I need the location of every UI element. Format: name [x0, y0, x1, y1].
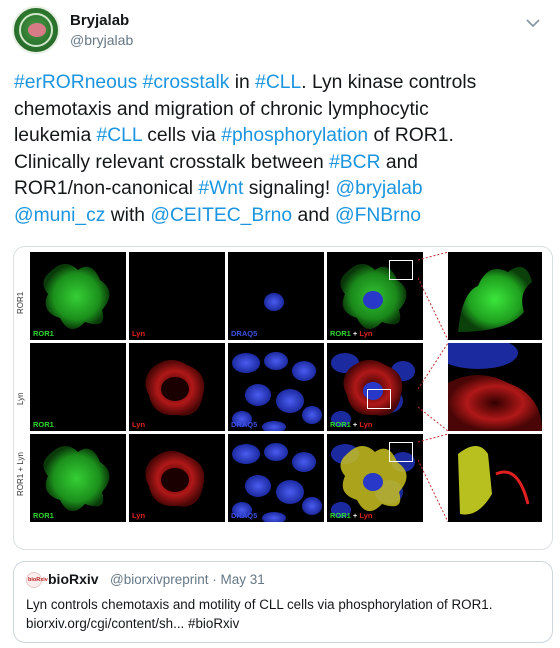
quote-line-1: Lyn controls chemotaxis and motility of …	[26, 597, 493, 612]
hashtag-link[interactable]: @bryjalab	[336, 178, 423, 199]
micrograph-panel: DRAQ5	[228, 252, 324, 340]
tweet-text-line: @muni_cz with @CEITEC_Brno and @FNBrno	[14, 203, 550, 230]
tweet-text-segment: in	[229, 72, 256, 93]
panel-label: ROR1	[33, 511, 54, 520]
quoted-tweet[interactable]: bioRxiv bioRxiv @biorxivpreprint · May 3…	[13, 561, 553, 643]
micrograph-panel: ROR1	[30, 434, 126, 522]
zoom-region-box	[389, 260, 413, 280]
hashtag-link[interactable]: @CEITEC_Brno	[150, 205, 292, 226]
tweet-text-segment: signaling!	[243, 178, 336, 200]
avatar-core	[28, 23, 46, 37]
panel-label: Lyn	[132, 329, 146, 338]
zoom-inset-panel	[448, 252, 542, 340]
tweet-text: #erRORneous #crosstalk in #CLL. Lyn kina…	[14, 70, 550, 230]
tweet-text-segment: of ROR1.	[368, 125, 454, 147]
panel-label: ROR1	[33, 329, 54, 338]
panel-label: Lyn	[132, 420, 146, 429]
hashtag-link[interactable]: #CLL	[97, 125, 142, 146]
panel-label: Lyn	[132, 511, 146, 520]
tweet-text-segment: and	[380, 151, 419, 173]
panel-label-merge: ROR1 + Lyn	[330, 420, 373, 429]
hashtag-link[interactable]: #crosstalk	[143, 72, 230, 93]
tweet-media[interactable]: ROR1 ROR1 Lyn DRAQ5 ROR1 + Lyn Lyn ROR1 Lyn DRAQ…	[13, 246, 553, 550]
hashtag-link[interactable]: #BCR	[329, 152, 380, 173]
panel-label: DRAQ5	[231, 420, 258, 429]
micrograph-panel: DRAQ5	[228, 434, 324, 522]
quote-source-name: bioRxiv	[48, 571, 99, 587]
zoom-connector	[418, 252, 448, 340]
micrograph-panel: Lyn	[129, 434, 225, 522]
tweet-text-segment: Clinically relevant crosstalk between	[14, 151, 330, 173]
tweet-text-line: #erRORneous #crosstalk in #CLL. Lyn kina…	[14, 70, 550, 97]
tweet-header: Bryjalab @bryjalab	[12, 6, 548, 54]
row-label: ROR1 + Lyn	[16, 452, 25, 496]
row-label: ROR1	[16, 291, 25, 314]
chevron-down-icon[interactable]	[522, 12, 544, 34]
author-name[interactable]: Bryjalab	[70, 12, 129, 29]
hashtag-link[interactable]: #Wnt	[198, 178, 243, 199]
panel-label: DRAQ5	[231, 329, 258, 338]
zoom-connector	[418, 343, 448, 431]
avatar[interactable]	[12, 6, 60, 54]
tweet-text-segment: with	[105, 204, 151, 226]
tweet-text-segment: leukemia	[14, 125, 97, 147]
micrograph-panel: ROR1 + Lyn	[327, 343, 423, 431]
panel-label: ROR1	[33, 420, 54, 429]
panel-label: DRAQ5	[231, 511, 258, 520]
zoom-inset-panel	[448, 434, 542, 522]
tweet-text-line: leukemia #CLL cells via #phosphorylation…	[14, 123, 550, 150]
panel-label-merge: ROR1 + Lyn	[330, 511, 373, 520]
micrograph-panel: ROR1	[30, 343, 126, 431]
biorxiv-logo: bioRxiv	[26, 572, 48, 588]
tweet-text-segment: and	[292, 204, 336, 226]
micrograph-panel: ROR1 + Lyn	[327, 252, 423, 340]
quote-text: Lyn controls chemotaxis and motility of …	[26, 596, 542, 633]
micrograph-panel: DRAQ5	[228, 343, 324, 431]
tweet-text-line: chemotaxis and migration of chronic lymp…	[14, 97, 550, 124]
author-handle[interactable]: @bryjalab	[70, 32, 133, 48]
hashtag-link[interactable]: @muni_cz	[14, 205, 105, 226]
hashtag-link[interactable]: #phosphorylation	[221, 125, 368, 146]
micrograph-panel: ROR1 + Lyn	[327, 434, 423, 522]
tweet-text-segment: . Lyn kinase controls	[301, 72, 477, 93]
tweet-text-segment: ROR1/non-canonical	[14, 178, 199, 200]
micrograph-panel: Lyn	[129, 343, 225, 431]
hashtag-link[interactable]: #erRORneous	[14, 72, 137, 93]
row-label: Lyn	[16, 392, 25, 405]
panel-label-merge: ROR1 + Lyn	[330, 329, 373, 338]
hashtag-link[interactable]: @FNBrno	[335, 205, 421, 226]
quote-meta: @biorxivpreprint · May 31	[110, 572, 265, 587]
micrograph-panel: ROR1	[30, 252, 126, 340]
zoom-region-box	[367, 389, 391, 409]
zoom-region-box	[389, 442, 413, 462]
zoom-inset-panel	[448, 343, 542, 431]
tweet-text-segment: cells via	[141, 125, 222, 147]
zoom-connector	[418, 434, 448, 522]
quote-line-2: biorxiv.org/cgi/content/sh... #bioRxiv	[26, 615, 240, 631]
tweet-text-line: Clinically relevant crosstalk between #B…	[14, 150, 550, 177]
hashtag-link[interactable]: #CLL	[255, 72, 301, 93]
tweet-text-segment: chemotaxis and migration of chronic lymp…	[14, 98, 429, 120]
micrograph-panel: Lyn	[129, 252, 225, 340]
tweet-text-line: ROR1/non-canonical #Wnt signaling! @bryj…	[14, 176, 550, 203]
